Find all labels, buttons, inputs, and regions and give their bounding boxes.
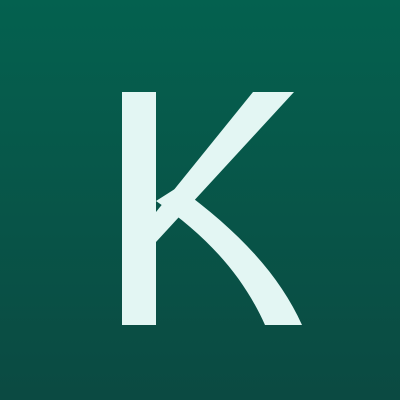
k-stem — [122, 92, 156, 325]
app-icon: K — [0, 0, 400, 400]
k-lower-leg — [156, 187, 302, 325]
k-logo-icon — [122, 92, 302, 325]
k-upper-arm — [156, 92, 294, 242]
